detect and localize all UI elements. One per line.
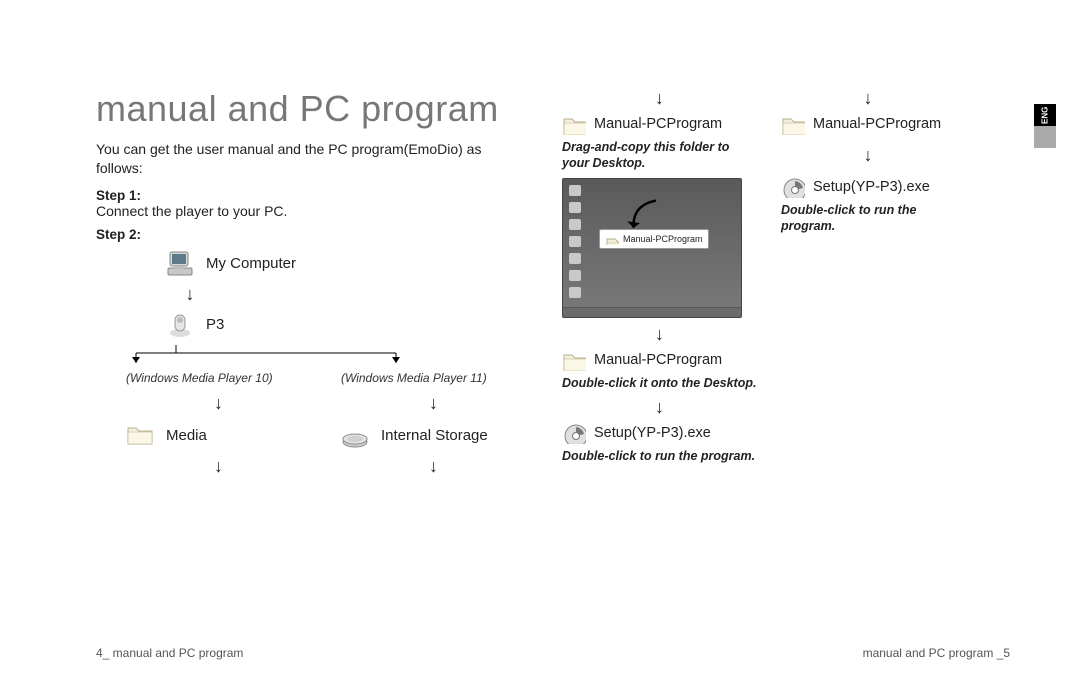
setup-exe-icon [562, 422, 586, 444]
arrow-down-icon: ↓ [341, 456, 526, 477]
internal-storage-label: Internal Storage [381, 427, 488, 444]
arrow-down-icon: ↓ [562, 88, 757, 109]
device-label: P3 [206, 316, 224, 333]
folder-icon [562, 349, 586, 371]
manual-pcprogram-label: Manual-PCProgram [594, 352, 722, 368]
computer-icon [166, 250, 196, 278]
intro-text: You can get the user manual and the PC p… [96, 140, 526, 178]
branch-connector [116, 345, 476, 371]
language-code: ENG [1034, 104, 1056, 126]
arrow-down-icon: ↓ [341, 393, 526, 414]
arrow-down-icon: ↓ [126, 456, 311, 477]
footer-left: 4_ manual and PC program [96, 646, 243, 660]
double-click-run-instruction: Double-click to run the program. [781, 202, 955, 235]
device-icon [166, 311, 196, 339]
manual-pcprogram-label: Manual-PCProgram [594, 116, 722, 132]
step1-label: Step 1: [96, 188, 526, 203]
setup-exe-icon [781, 176, 805, 198]
folder-icon [562, 113, 586, 135]
manual-pcprogram-label: Manual-PCProgram [813, 116, 941, 132]
step2-label: Step 2: [96, 227, 526, 242]
double-click-desktop-instruction: Double-click it onto the Desktop. [562, 375, 757, 391]
wmp10-note: (Windows Media Player 10) [126, 371, 311, 385]
desktop-screenshot: Manual-PCProgram [562, 178, 742, 318]
step1-text: Connect the player to your PC. [96, 203, 526, 219]
language-tab: ENG [1034, 104, 1056, 148]
media-folder-label: Media [166, 427, 207, 444]
double-click-run-instruction: Double-click to run the program. [562, 448, 757, 464]
footer-right: manual and PC program _5 [863, 646, 1010, 660]
arrow-down-icon: ↓ [562, 324, 757, 345]
my-computer-label: My Computer [206, 255, 296, 272]
arrow-down-icon: ↓ [781, 88, 955, 109]
folder-icon [126, 422, 156, 450]
drive-icon [341, 422, 371, 450]
folder-icon [781, 113, 805, 135]
drag-arrow-icon [623, 199, 673, 239]
arrow-down-icon: ↓ [781, 145, 955, 166]
arrow-down-icon: ↓ [176, 284, 204, 305]
page-title: manual and PC program [96, 88, 526, 130]
wmp11-note: (Windows Media Player 11) [341, 371, 526, 385]
drag-copy-instruction: Drag-and-copy this folder to your Deskto… [562, 139, 757, 172]
setup-exe-label: Setup(YP-P3).exe [813, 179, 930, 195]
arrow-down-icon: ↓ [562, 397, 757, 418]
arrow-down-icon: ↓ [126, 393, 311, 414]
setup-exe-label: Setup(YP-P3).exe [594, 425, 711, 441]
